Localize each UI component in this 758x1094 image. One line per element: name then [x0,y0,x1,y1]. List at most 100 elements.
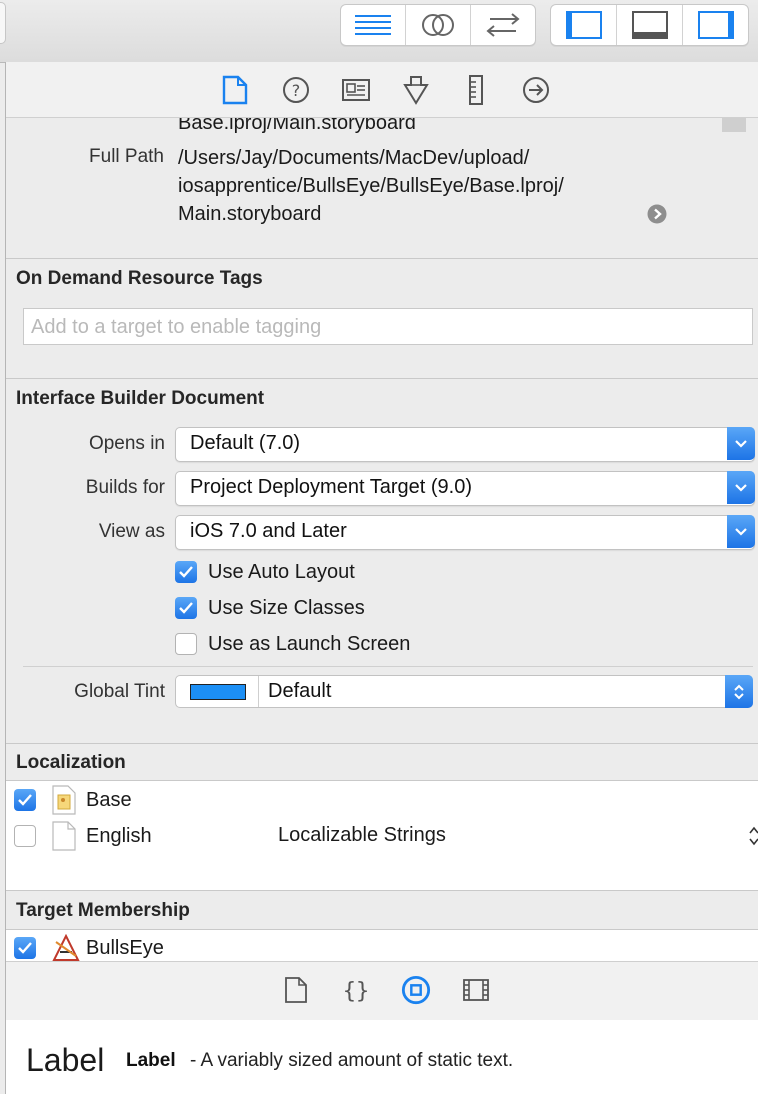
use-size-classes-label: Use Size Classes [208,596,365,619]
view-toggle-segmented-control [550,4,749,46]
localization-row-base[interactable]: Base [14,785,132,815]
library-item-detail[interactable]: Label Label - A variably sized amount of… [6,1020,758,1094]
library-selector-bar: {} [6,961,758,1021]
storyboard-file-icon [52,785,76,815]
global-tint-popup[interactable]: Default [175,675,753,708]
full-path-line-3: Main.storyboard [178,203,322,225]
builds-for-popup[interactable]: Project Deployment Target (9.0) [175,471,755,506]
section-divider [6,378,758,379]
checkmark-icon [179,602,193,614]
tab-code-snippet-library[interactable]: {} [341,974,371,1006]
global-tint-label: Global Tint [74,681,165,702]
tab-object-library[interactable] [401,974,431,1006]
interface-builder-document-title: Interface Builder Document [16,388,265,409]
localization-english-type: Localizable Strings [278,824,446,846]
attributes-inspector-icon [403,76,429,105]
chevron-updown-icon [725,675,753,708]
localization-english-name: English [86,824,152,847]
scroll-thumb[interactable] [722,118,746,132]
version-editor-button[interactable] [471,5,535,45]
checkmark-icon [18,794,32,806]
tab-attributes-inspector[interactable] [401,76,431,105]
use-size-classes-checkbox[interactable]: Use Size Classes [175,594,365,622]
utilities-toggle-icon [697,11,734,39]
assistant-editor-icon [422,14,454,36]
resource-tags-field[interactable]: Add to a target to enable tagging [23,308,753,345]
file-inspector-icon [222,75,248,105]
toolbar-left-edge [0,2,6,44]
builds-for-value: Project Deployment Target (9.0) [190,476,472,498]
opens-in-popup[interactable]: Default (7.0) [175,427,755,462]
section-divider [6,890,758,891]
chevron-down-icon [727,515,755,548]
quick-help-icon: ? [283,77,309,103]
divider [23,666,753,667]
full-path-label: Full Path [89,146,164,167]
use-auto-layout-label: Use Auto Layout [208,560,355,583]
target-bullseye-name: BullsEye [86,936,164,959]
use-as-launch-screen-label: Use as Launch Screen [208,632,411,655]
target-row-bullseye[interactable]: BullsEye [14,933,164,961]
localization-title: Localization [16,752,126,773]
file-template-library-icon [285,977,307,1003]
checkbox-checked[interactable] [14,789,36,811]
document-icon [52,821,76,851]
navigator-toggle-button[interactable] [551,5,617,45]
library-item-name: Label [126,1050,176,1071]
reveal-in-finder-icon[interactable] [647,204,667,224]
tab-media-library[interactable] [461,974,491,1006]
use-auto-layout-checkbox[interactable]: Use Auto Layout [175,558,355,586]
tab-file-template-library[interactable] [281,974,311,1006]
full-path-line-1: /Users/Jay/Documents/MacDev/upload/ [178,147,530,169]
resource-tags-placeholder: Add to a target to enable tagging [31,316,322,338]
checkbox-checked[interactable] [175,597,197,619]
file-inspector-panel: Base.lproj/Main.storyboard Full Path /Us… [6,118,758,961]
version-editor-icon [486,13,520,37]
svg-text:{}: {} [343,979,369,1004]
checkbox-unchecked[interactable] [175,633,197,655]
media-library-icon [463,979,489,1001]
debug-area-toggle-icon [631,11,668,39]
code-snippet-library-icon: {} [343,979,369,1004]
svg-text:?: ? [292,81,301,100]
use-as-launch-screen-checkbox[interactable]: Use as Launch Screen [175,630,410,658]
builds-for-label: Builds for [85,477,165,498]
utilities-toggle-button[interactable] [683,5,748,45]
tab-quick-help[interactable]: ? [281,76,311,104]
size-inspector-icon [469,75,483,105]
view-as-popup[interactable]: iOS 7.0 and Later [175,515,755,550]
debug-area-toggle-button[interactable] [617,5,683,45]
target-membership-title: Target Membership [16,900,190,921]
library-item-glyph: Label [26,1042,105,1078]
color-well[interactable] [176,676,259,707]
tab-file-inspector[interactable] [220,75,250,105]
inspector-selector-bar: ? [6,62,758,118]
tab-size-inspector[interactable] [461,75,491,105]
localization-base-name: Base [86,788,132,811]
view-as-label: View as [98,521,165,542]
localization-row-english[interactable]: English [14,821,152,851]
section-divider [6,258,758,259]
tab-connections-inspector[interactable] [521,76,551,104]
chevron-updown-icon[interactable] [748,825,758,847]
view-as-value: iOS 7.0 and Later [190,520,347,542]
navigator-toggle-icon [565,11,602,39]
chevron-down-icon [727,427,755,460]
object-library-icon [401,975,431,1005]
connections-inspector-icon [523,77,549,103]
checkbox-unchecked[interactable] [14,825,36,847]
standard-editor-button[interactable] [341,5,406,45]
assistant-editor-button[interactable] [406,5,471,45]
full-path-line-2: iosapprentice/BullsEye/BullsEye/Base.lpr… [178,175,564,197]
editor-mode-segmented-control [340,4,536,46]
library-item-description: - A variably sized amount of static text… [190,1050,514,1071]
color-swatch [190,684,246,700]
section-divider [6,743,758,744]
location-path-partial: Base.lproj/Main.storyboard [178,118,416,134]
checkbox-checked[interactable] [175,561,197,583]
checkmark-icon [179,566,193,578]
tab-identity-inspector[interactable] [341,76,371,104]
checkmark-icon [18,942,32,954]
checkbox-checked[interactable] [14,937,36,959]
chevron-down-icon [727,471,755,504]
